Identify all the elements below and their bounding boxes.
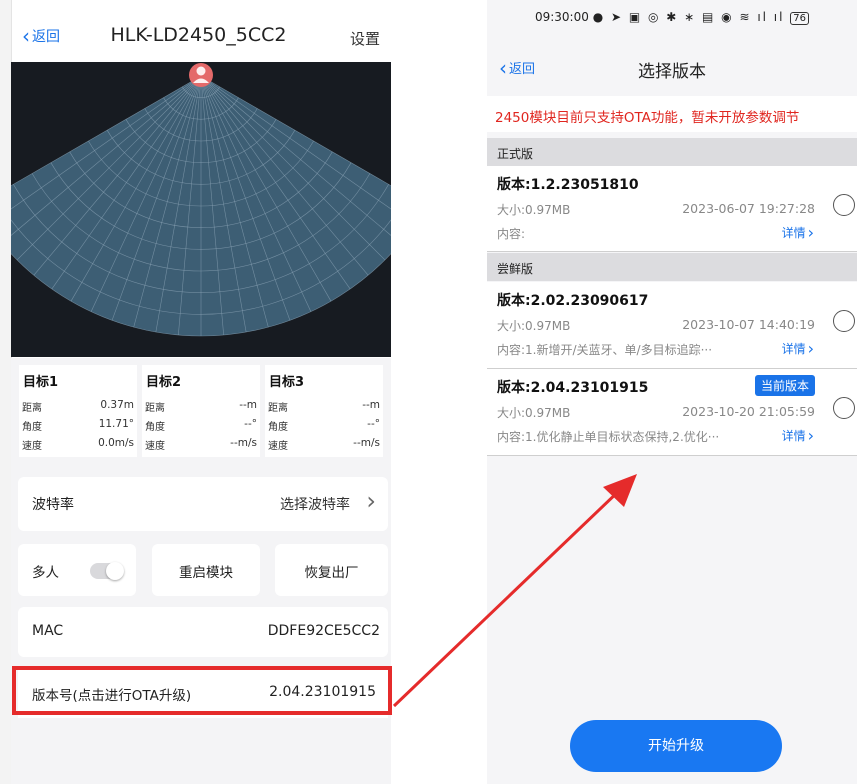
angle-label: 角度 [145,422,165,433]
angle-value: --° [367,418,380,430]
angle-label: 角度 [22,422,42,433]
distance-row: 距离 --m [145,399,257,414]
chevron-right-icon: › [807,425,814,445]
distance-value: 0.37m [100,399,134,411]
multi-target-toggle[interactable] [90,562,124,580]
details-link[interactable]: 详情 › [782,340,814,357]
distance-value: --m [362,399,380,411]
page-title: HLK-LD2450_5CC2 [110,24,287,46]
target-name: 目标2 [146,375,182,390]
right-phone-screen: 09:30:00 ● ➤ ▣ ◎ ✱ ∗ ▤ ◉ ≋ ıl ıl 76 ‹ 返回… [487,0,857,784]
status-icons: ● ➤ ▣ ◎ ✱ ∗ ▤ ◉ ≋ ıl ıl [592,10,791,24]
version-name: 版本:2.02.23090617 [497,293,649,309]
target-card-3: 目标3 距离 --m 角度 --° 速度 --m/s [265,365,383,457]
status-time: 09:30:00 [534,10,589,24]
version-item[interactable]: 版本:2.02.23090617 大小:0.97MB 2023-10-07 14… [487,282,857,369]
chevron-right-icon: › [366,487,376,515]
version-date: 2023-10-20 21:05:59 [682,404,815,419]
target-card-1: 目标1 距离 0.37m 角度 11.71° 速度 0.0m/s [19,365,137,457]
distance-label: 距离 [268,403,288,414]
current-version-badge: 当前版本 [754,375,815,396]
page-title: 选择版本 [638,62,706,82]
version-content: 内容:1.优化静止单目标状态保持,2.优化··· [497,430,720,444]
speed-row: 速度 0.0m/s [22,437,134,452]
speed-row: 速度 --m/s [268,437,380,452]
version-name: 版本:2.04.23101915 [497,380,649,396]
speed-row: 速度 --m/s [145,437,257,452]
distance-row: 距离 --m [268,399,380,414]
version-size: 大小:0.97MB [497,406,571,420]
select-radio[interactable] [833,397,855,419]
details-label: 详情 [781,342,806,356]
highlight-box [12,666,392,715]
mac-label: MAC [32,623,64,639]
version-name: 版本:1.2.23051810 [497,177,639,193]
reboot-module-button[interactable]: 重启模块 [152,544,260,596]
settings-button[interactable]: 设置 [350,28,380,49]
baud-rate-row[interactable]: 波特率 选择波特率 › [18,477,388,531]
radar-fan-graphic [11,63,391,337]
factory-reset-button[interactable]: 恢复出厂 [275,544,388,596]
distance-value: --m [239,399,257,411]
targets-panel: 目标1 距离 0.37m 角度 11.71° 速度 0.0m/s 目标2 距离 --m … [11,358,391,462]
mac-value: DDFE92CE5CC2 [267,623,380,639]
speed-value: --m/s [353,437,380,449]
details-label: 详情 [781,429,806,443]
version-content: 内容: [497,227,526,241]
select-radio[interactable] [833,194,855,216]
distance-label: 距离 [22,403,42,414]
version-size: 大小:0.97MB [497,203,571,217]
distance-row: 距离 0.37m [22,399,134,414]
target-name: 目标3 [269,375,305,390]
target-card-2: 目标2 距离 --m 角度 --° 速度 --m/s [142,365,260,457]
section-title: 正式版 [497,147,534,161]
details-link[interactable]: 详情 › [782,427,814,444]
battery-icon: 76 [790,12,810,25]
toggle-knob [106,562,124,580]
angle-row: 角度 11.71° [22,418,134,433]
angle-row: 角度 --° [268,418,380,433]
version-date: 2023-10-07 14:40:19 [682,317,815,332]
target-name: 目标1 [23,375,59,390]
multi-target-label: 多人 [32,565,59,581]
baud-rate-label: 波特率 [32,497,74,513]
sensor-icon [189,63,213,87]
select-radio[interactable] [833,310,855,332]
ota-notice: 2450模块目前只支持OTA功能，暂未开放参数调节 [487,96,857,132]
version-size: 大小:0.97MB [497,319,571,333]
section-title: 尝鲜版 [497,262,534,276]
radar-view [11,62,391,357]
version-content: 内容:1.新增开/关蓝牙、单/多目标追踪··· [497,343,713,357]
left-phone-screen: ‹ 返回 HLK-LD2450_5CC2 设置 目标1 距离 0.37m 角度 11… [0,0,397,784]
angle-row: 角度 --° [145,418,257,433]
speed-label: 速度 [268,441,288,452]
status-bar: 09:30:00 ● ➤ ▣ ◎ ✱ ∗ ▤ ◉ ≋ ıl ıl 76 [487,10,857,25]
factory-reset-label: 恢复出厂 [304,565,359,581]
section-preview: 尝鲜版 [487,253,857,281]
angle-label: 角度 [268,422,288,433]
distance-label: 距离 [145,403,165,414]
speed-value: --m/s [230,437,257,449]
speed-value: 0.0m/s [98,437,134,449]
chevron-right-icon: › [807,222,814,242]
start-upgrade-button[interactable]: 开始升级 [570,720,782,772]
angle-value: 11.71° [98,418,134,430]
reboot-label: 重启模块 [179,565,233,581]
baud-rate-value: 选择波特率 [280,497,350,513]
notice-text: 2450模块目前只支持OTA功能，暂未开放参数调节 [495,110,800,126]
mac-row: MAC DDFE92CE5CC2 [18,607,388,657]
version-item[interactable]: 版本:2.04.23101915 当前版本 大小:0.97MB 2023-10-… [487,369,857,456]
version-item[interactable]: 版本:1.2.23051810 大小:0.97MB 2023-06-07 19:… [487,166,857,252]
details-label: 详情 [781,226,806,240]
multi-target-card: 多人 [18,544,136,596]
chevron-right-icon: › [807,338,814,358]
section-stable: 正式版 [487,138,857,166]
angle-value: --° [244,418,257,430]
version-date: 2023-06-07 19:27:28 [682,201,815,216]
speed-label: 速度 [22,441,42,452]
speed-label: 速度 [145,441,165,452]
details-link[interactable]: 详情 › [782,224,814,241]
